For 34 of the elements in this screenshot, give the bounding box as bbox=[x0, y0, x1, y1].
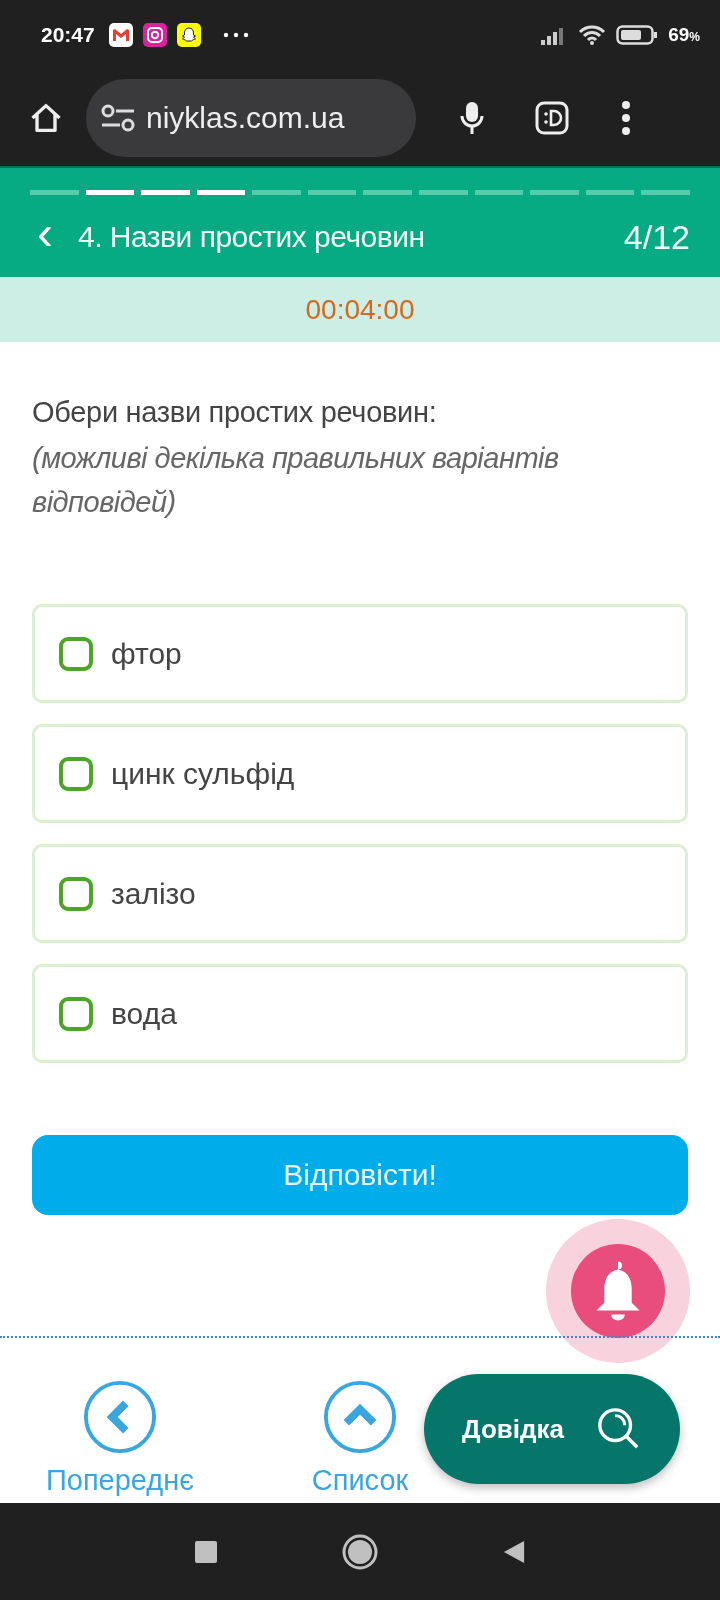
timer: 00:04:00 bbox=[305, 293, 415, 326]
checkbox[interactable] bbox=[59, 636, 93, 671]
checkbox[interactable] bbox=[59, 756, 93, 791]
camera-app-icon bbox=[142, 23, 167, 47]
checkbox[interactable] bbox=[59, 996, 93, 1031]
recents-icon[interactable] bbox=[194, 1539, 218, 1564]
question-text: Обери назви простих речовин: bbox=[32, 396, 438, 429]
answer-option[interactable]: цинк сульфід bbox=[32, 724, 688, 823]
ghost-app-icon bbox=[176, 23, 201, 47]
lesson-title: 4. Назви простих речовин bbox=[78, 220, 426, 254]
site-settings-icon[interactable] bbox=[100, 104, 136, 132]
help-button[interactable]: Довідка bbox=[424, 1374, 680, 1484]
address-bar[interactable]: niyklas.com.ua bbox=[86, 79, 416, 157]
battery-level: 69% bbox=[668, 24, 700, 46]
clock-time: 20:47 bbox=[41, 23, 95, 47]
url-text: niyklas.com.ua bbox=[146, 101, 345, 135]
home-button-icon[interactable] bbox=[342, 1533, 378, 1570]
battery-icon bbox=[616, 24, 659, 46]
checkbox[interactable] bbox=[59, 876, 93, 911]
answer-option[interactable]: вода bbox=[32, 964, 688, 1063]
wifi-icon bbox=[578, 24, 607, 46]
left-chevron-icon bbox=[83, 1380, 157, 1454]
microphone-icon[interactable] bbox=[460, 100, 484, 136]
question-hint: (можливі декілька правильних варіантів відповідей) bbox=[32, 441, 560, 520]
menu-icon[interactable] bbox=[620, 100, 632, 136]
back-icon[interactable] bbox=[502, 1539, 526, 1564]
answer-option[interactable]: фтор bbox=[32, 604, 688, 703]
more-notifications-icon bbox=[222, 32, 249, 38]
answer-option[interactable]: залізо bbox=[32, 844, 688, 943]
mail-app-icon bbox=[108, 23, 133, 47]
tabs-icon[interactable] bbox=[534, 100, 570, 136]
question-counter: 4/12 bbox=[623, 217, 690, 257]
bell-icon bbox=[569, 1242, 667, 1340]
up-chevron-icon bbox=[323, 1380, 397, 1454]
